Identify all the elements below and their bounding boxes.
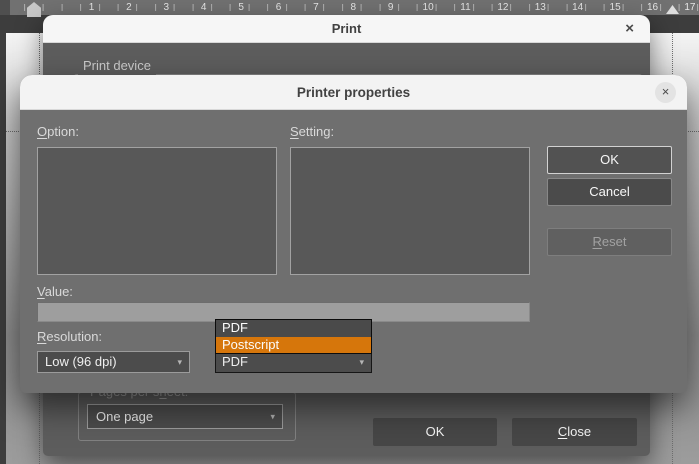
close-icon[interactable]: ×: [625, 15, 634, 43]
format-value: PDF: [222, 354, 248, 369]
value-label: Value:: [37, 284, 73, 299]
properties-reset-button[interactable]: Reset: [547, 228, 672, 256]
ruler-number: 7: [313, 0, 319, 15]
ruler-corner: [0, 0, 10, 15]
print-close-button[interactable]: Close: [512, 418, 637, 446]
dropdown-option-pdf[interactable]: PDF: [216, 320, 371, 337]
setting-label: Setting:: [290, 124, 334, 139]
ruler-number: 14: [572, 0, 583, 15]
pages-per-sheet-select[interactable]: One page ▾: [87, 404, 283, 429]
format-dropdown-list: PDF Postscript: [215, 319, 372, 354]
resolution-value: Low (96 dpi): [45, 354, 117, 369]
format-select[interactable]: PDF ▾: [215, 351, 372, 373]
ruler-number: 17: [684, 0, 695, 15]
ruler-number: 13: [535, 0, 546, 15]
ruler-number: 1: [89, 0, 95, 15]
properties-title: Printer properties: [297, 85, 410, 100]
ruler-number: 4: [201, 0, 207, 15]
close-icon[interactable]: ×: [655, 82, 676, 103]
dropdown-option-highlighted[interactable]: Postscript: [216, 337, 371, 354]
ruler-number: 9: [388, 0, 394, 15]
properties-titlebar[interactable]: Printer properties: [20, 75, 687, 110]
chevron-down-icon: ▾: [270, 405, 275, 428]
ruler-number: 5: [238, 0, 244, 15]
print-dialog-titlebar[interactable]: Print ×: [43, 15, 650, 43]
ruler-number: 8: [351, 0, 357, 15]
chevron-down-icon: ▾: [177, 352, 182, 372]
ruler-number: 2: [126, 0, 132, 15]
ruler-number: 10: [423, 0, 434, 15]
printer-properties-dialog: Printer properties × Option: Setting: OK…: [20, 75, 687, 393]
properties-ok-button[interactable]: OK: [547, 146, 672, 174]
print-dialog-title: Print: [332, 21, 362, 36]
ruler-number: 11: [460, 0, 470, 15]
ruler-number: 3: [164, 0, 170, 15]
pages-per-sheet-value: One page: [96, 409, 153, 424]
properties-cancel-button[interactable]: Cancel: [547, 178, 672, 206]
option-listbox[interactable]: [37, 147, 277, 275]
ruler-number: 15: [610, 0, 621, 15]
print-ok-button[interactable]: OK: [373, 418, 497, 446]
ruler-number: 16: [647, 0, 658, 15]
resolution-select[interactable]: Low (96 dpi) ▾: [37, 351, 190, 373]
horizontal-ruler: 1234567891011121314151617: [0, 0, 699, 15]
ruler-number: 6: [276, 0, 282, 15]
resolution-label: Resolution:: [37, 329, 102, 344]
ruler-number: 12: [497, 0, 508, 15]
setting-listbox[interactable]: [290, 147, 530, 275]
chevron-down-icon: ▾: [359, 352, 364, 372]
option-label: Option:: [37, 124, 79, 139]
